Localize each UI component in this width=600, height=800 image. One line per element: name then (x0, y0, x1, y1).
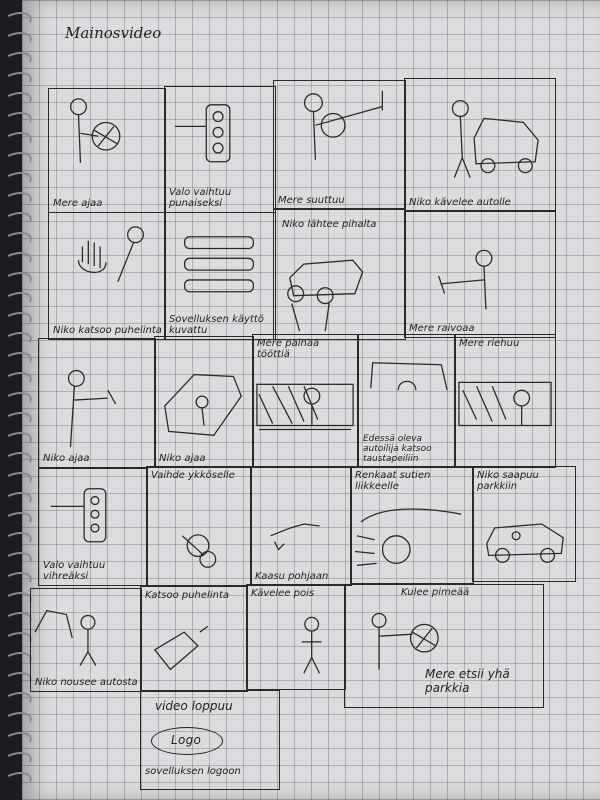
panel-caption: Kulee pimeää (401, 587, 470, 598)
storyboard-panel-4: Niko kävelee autolle (404, 78, 556, 212)
exit-car-sketch (34, 609, 97, 666)
storyboard-panel-14: Valo vaihtuu vihreäksi (38, 468, 148, 586)
storyboard-panel-18: Niko saapuu parkkiin (472, 466, 576, 582)
storyboard-panel-8: Mere raivoaa (404, 210, 556, 338)
storyboard-panel-16: Kaasu pohjaan (250, 466, 352, 586)
panel-caption: Valo vaihtuu vihreäksi (43, 560, 106, 582)
storyboard-panel-13: Mere riehuu (454, 334, 556, 468)
logo-text: Logo (171, 733, 202, 747)
panel-caption: Niko ajaa (43, 453, 90, 464)
panel-caption: Kävelee pois (251, 588, 315, 599)
storyboard-panel-9: Niko ajaa (38, 338, 156, 468)
panel-caption: Mere raivoaa (409, 323, 475, 334)
phone-hand-sketch (77, 226, 145, 283)
panel-caption: Niko ajaa (159, 453, 206, 464)
panel-caption: Mere etsii yhä parkkia (425, 667, 510, 695)
panel-caption: Mere ajaa (53, 198, 103, 209)
panel-caption: Niko nousee autosta (35, 677, 138, 688)
driver-sketch (69, 98, 121, 163)
panel-caption: Niko lähtee pihalta (282, 219, 377, 230)
car-driving-sketch (164, 373, 242, 436)
storyboard-panel-3: Mere suuttuu (273, 80, 406, 210)
panel-caption: Edessä oleva autoilija katsoo taustapeil… (363, 434, 432, 464)
page-title: Mainosvideo (65, 24, 162, 42)
rampage-sketch (458, 381, 552, 427)
storyboard-panel-10: Niko ajaa (154, 336, 254, 468)
raging-driver-sketch (438, 249, 493, 310)
storyboard-panel-22: Kulee pimeää Mere etsii yhä parkkia (344, 584, 544, 708)
panel-caption: Mere suuttuu (278, 195, 345, 206)
storyboard-panel-21: Kävelee pois (246, 584, 346, 690)
gear-shift-sketch (181, 534, 217, 568)
panel-caption: Niko katsoo puhelinta (53, 325, 162, 336)
driving-figure-sketch (67, 369, 117, 448)
storyboard-panel-19: Niko nousee autosta (30, 588, 142, 692)
storyboard-panel-12: Edessä oleva autoilija katsoo taustapeil… (358, 334, 456, 468)
panel-caption: Renkaat sutien liikkeelle (355, 470, 431, 492)
storyboard-panel-7: Niko lähtee pihalta (273, 208, 406, 340)
panel-caption: Katsoo puhelinta (145, 590, 229, 601)
panel-caption: Niko kävelee autolle (409, 197, 511, 208)
panel-caption: Kaasu pohjaan (255, 571, 329, 582)
storyboard-panel-15: Vaihde ykköselle (146, 466, 252, 586)
storyboard-panel-5: Niko katsoo puhelinta (48, 212, 166, 340)
panel-caption: Vaihde ykköselle (151, 470, 235, 481)
storyboard-panel-11: Mere painaa tööttiä (252, 334, 358, 468)
panel-caption: video loppuu (155, 699, 233, 713)
storyboard-panel-23: video loppuu Logo sovelluksen logoon (140, 690, 280, 790)
panel-caption: Mere riehuu (459, 338, 520, 349)
storyboard-panel-6: Sovelluksen käyttö kuvattu (164, 212, 276, 340)
storyboard-panel-1: Mere ajaa (48, 88, 166, 213)
storyboard-panel-20: Katsoo puhelinta (140, 586, 248, 692)
storyboard-panel-2: Valo vaihtuu punaiseksi (164, 86, 276, 213)
gas-pedal-sketch (270, 523, 320, 551)
storyboard-panel-17: Renkaat sutien liikkeelle (350, 466, 474, 584)
panel-caption: Valo vaihtuu punaiseksi (169, 187, 232, 209)
panel-caption: Niko saapuu parkkiin (477, 470, 539, 492)
panel-caption: sovelluksen logoon (145, 766, 241, 777)
angry-driver-sketch (303, 90, 383, 160)
look-phone-sketch (153, 625, 209, 671)
walk-away-sketch (301, 616, 322, 674)
panel-caption: Sovelluksen käyttö kuvattu (169, 314, 264, 336)
walking-to-car-sketch (451, 100, 539, 178)
panel-caption: Mere painaa tööttiä (257, 338, 320, 360)
